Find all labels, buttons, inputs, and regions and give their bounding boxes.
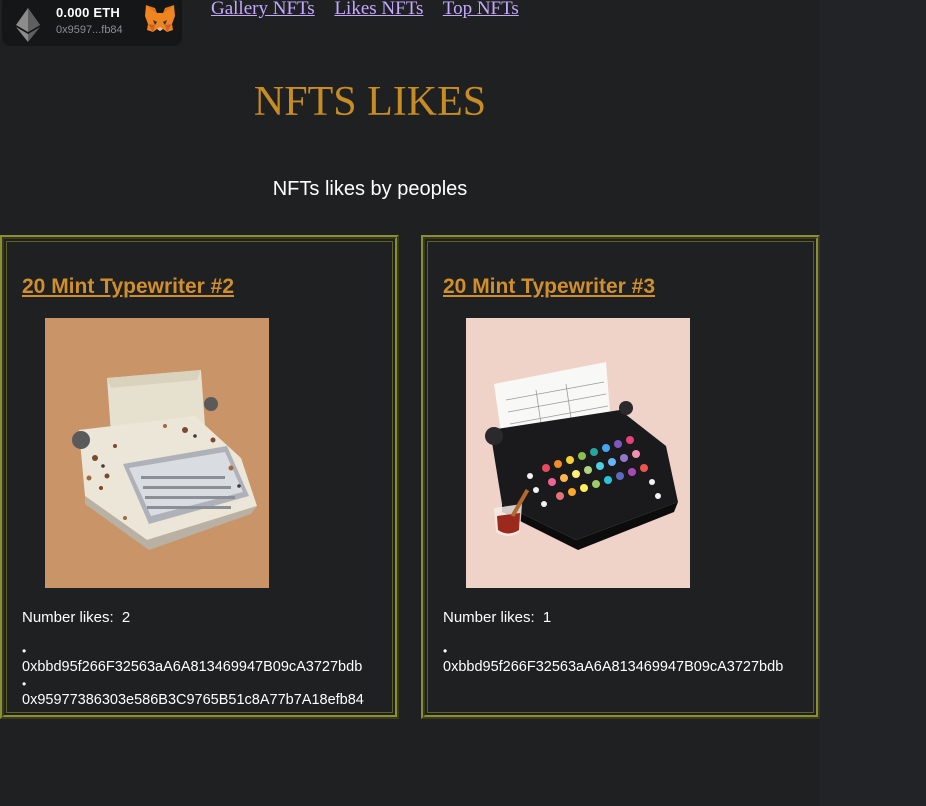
likes-value: 2 [121, 609, 131, 626]
wallet-widget[interactable]: 0.000 ETH 0x9597...fb84 [2, 0, 182, 46]
ethereum-icon [16, 8, 40, 42]
top-nav: Gallery NFTs Likes NFTs Top NFTs [211, 0, 534, 20]
metamask-fox-icon [145, 5, 175, 32]
list-item: • 0xbbd95f266F32563aA6A813469947B09cA372… [22, 643, 364, 676]
page-title: NFTS LIKES [253, 79, 487, 125]
likes-label: Number likes: [443, 609, 535, 626]
bullet-icon: • [22, 644, 27, 658]
nav-link-likes[interactable]: Likes NFTs [334, 0, 423, 19]
liker-address: 0xbbd95f266F32563aA6A813469947B09cA3727b… [22, 659, 363, 675]
likes-count: Number likes: 2 [22, 609, 130, 626]
list-item: • 0xbbd95f266F32563aA6A813469947B09cA372… [443, 643, 783, 676]
bullet-icon: • [22, 677, 27, 691]
liker-address: 0xbbd95f266F32563aA6A813469947B09cA3727b… [443, 659, 784, 675]
likes-label: Number likes: [22, 609, 114, 626]
likers-list: • 0xbbd95f266F32563aA6A813469947B09cA372… [443, 643, 783, 676]
page-subtitle: NFTs likes by peoples [272, 178, 468, 200]
typewriter-black-image [466, 318, 690, 588]
nft-image[interactable] [466, 318, 690, 588]
likes-value: 1 [542, 609, 552, 626]
nft-title-link[interactable]: 20 Mint Typewriter #3 [443, 275, 655, 299]
nav-link-top[interactable]: Top NFTs [443, 0, 519, 19]
nft-image[interactable] [45, 318, 269, 588]
likes-count: Number likes: 1 [443, 609, 551, 626]
wallet-address: 0x9597...fb84 [56, 24, 123, 36]
bullet-icon: • [443, 644, 448, 658]
likers-list: • 0xbbd95f266F32563aA6A813469947B09cA372… [22, 643, 364, 709]
nft-card: 20 Mint Typewriter #3 Number likes: 1 • … [421, 235, 820, 719]
nft-card: 20 Mint Typewriter #2 Number likes: 2 • … [0, 235, 399, 719]
nft-title-link[interactable]: 20 Mint Typewriter #2 [22, 275, 234, 299]
liker-address: 0x95977386303e586B3C9765B51c8A77b7A18efb… [22, 692, 364, 708]
nav-link-gallery[interactable]: Gallery NFTs [211, 0, 315, 19]
right-gutter [820, 0, 926, 806]
list-item: • 0x95977386303e586B3C9765B51c8A77b7A18e… [22, 676, 364, 709]
typewriter-terrazzo-image [45, 318, 269, 588]
wallet-balance: 0.000 ETH [56, 5, 120, 20]
